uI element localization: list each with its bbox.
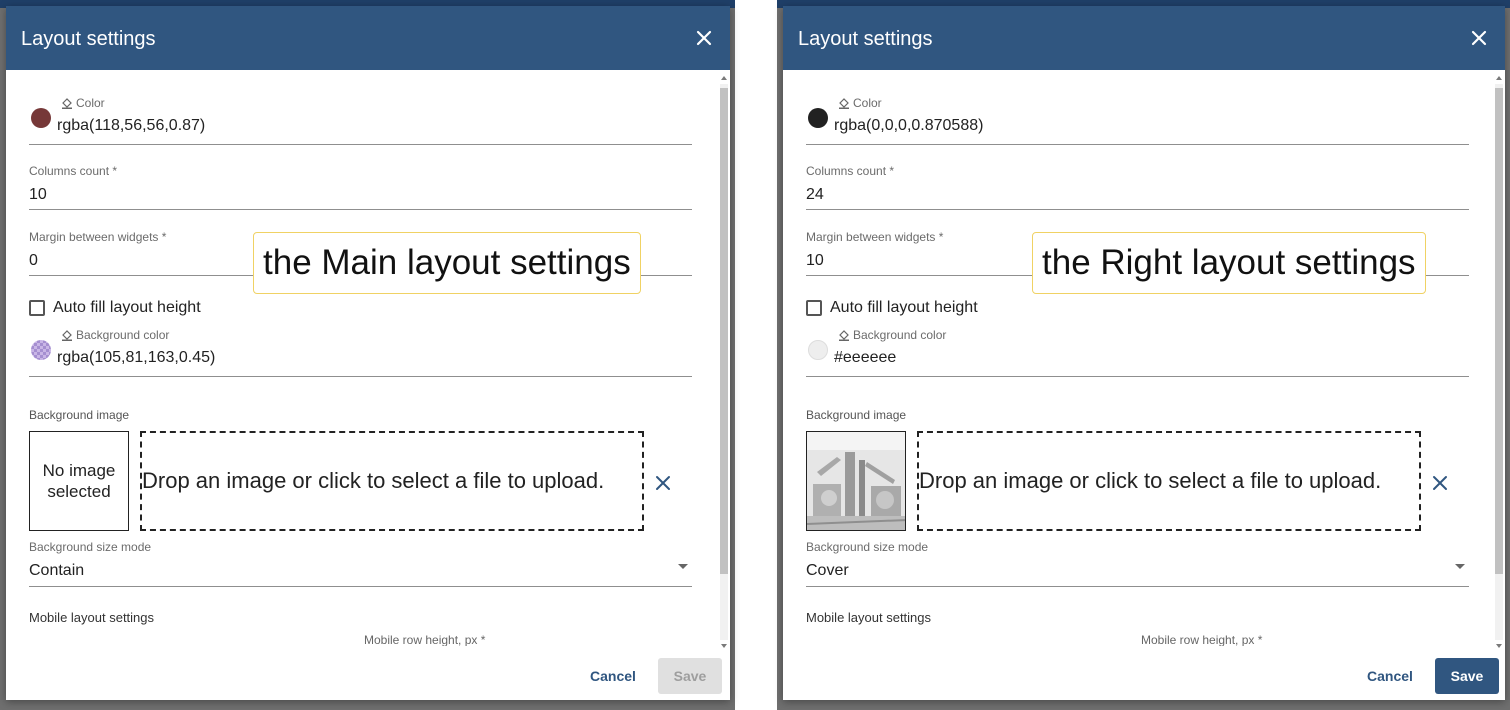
- image-dropzone[interactable]: Drop an image or click to select a file …: [917, 431, 1421, 531]
- background-color-value[interactable]: #eeeeee: [834, 348, 896, 368]
- no-image-preview: No image selected: [29, 431, 129, 531]
- auto-fill-label: Auto fill layout height: [53, 299, 201, 316]
- clear-image-icon[interactable]: [1431, 474, 1449, 492]
- color-label: Color: [853, 96, 882, 110]
- dialog-scrollbar[interactable]: [1493, 76, 1503, 648]
- format-color-fill-icon: [839, 330, 849, 341]
- color-label: Color: [76, 96, 105, 110]
- industrial-photo-image: [807, 432, 905, 530]
- background-size-mode-label: Background size mode: [806, 540, 929, 554]
- background-image-thumbnail: [806, 431, 906, 531]
- columns-count-field[interactable]: Columns count * 10: [29, 164, 692, 210]
- mobile-row-height-label: Mobile row height, px *: [1141, 633, 1263, 646]
- auto-fill-row[interactable]: Auto fill layout height: [29, 299, 201, 317]
- dropzone-text: Drop an image or click to select a file …: [919, 468, 1382, 493]
- dialog-title: Layout settings: [798, 28, 933, 50]
- color-swatch[interactable]: [808, 108, 828, 128]
- cancel-button[interactable]: Cancel: [1358, 658, 1422, 694]
- color-value[interactable]: rgba(0,0,0,0.870588): [834, 116, 983, 136]
- dialog-title: Layout settings: [21, 28, 156, 50]
- background-image-label: Background image: [29, 408, 130, 422]
- scroll-up-arrow[interactable]: [721, 76, 727, 80]
- scroll-thumb[interactable]: [720, 88, 728, 574]
- save-button[interactable]: Save: [658, 658, 722, 694]
- background-color-value[interactable]: rgba(105,81,163,0.45): [57, 348, 215, 368]
- dialog-body: Color rgba(0,0,0,0.870588) Columns count…: [783, 70, 1495, 646]
- format-color-fill-icon: [839, 98, 849, 109]
- mobile-layout-settings-label: Mobile layout settings: [806, 610, 932, 625]
- format-color-fill-icon: [62, 330, 72, 341]
- main-layout-settings-dialog: Layout settings Color rgba(118,56,56,0.8…: [6, 6, 730, 700]
- dropzone-text: Drop an image or click to select a file …: [142, 468, 605, 493]
- background-size-mode-select[interactable]: Background size mode Contain: [29, 540, 692, 587]
- background-color-swatch[interactable]: [808, 340, 828, 360]
- close-icon[interactable]: [694, 28, 714, 48]
- background-color-label: Background color: [853, 328, 947, 342]
- save-button[interactable]: Save: [1435, 658, 1499, 694]
- auto-fill-checkbox[interactable]: [806, 300, 822, 316]
- auto-fill-row[interactable]: Auto fill layout height: [806, 299, 978, 317]
- mobile-layout-settings-label: Mobile layout settings: [29, 610, 155, 625]
- columns-count-label: Columns count *: [806, 164, 895, 178]
- clear-image-icon[interactable]: [654, 474, 672, 492]
- dialog-header: Layout settings: [6, 6, 730, 70]
- background-size-mode-value[interactable]: Contain: [29, 561, 692, 581]
- dropdown-arrow-icon[interactable]: [678, 564, 688, 569]
- columns-count-label: Columns count *: [29, 164, 118, 178]
- format-color-fill-icon: [62, 98, 72, 109]
- dialog-header: Layout settings: [783, 6, 1505, 70]
- color-field[interactable]: Color rgba(0,0,0,0.870588): [806, 96, 1469, 145]
- color-field[interactable]: Color rgba(118,56,56,0.87): [29, 96, 692, 145]
- columns-count-input[interactable]: 24: [806, 185, 1469, 205]
- right-layout-settings-dialog: Layout settings Color rgba(0,0,0,0.87058…: [783, 6, 1505, 700]
- color-swatch[interactable]: [31, 108, 51, 128]
- cancel-button[interactable]: Cancel: [581, 658, 645, 694]
- dialog-footer: Cancel Save: [783, 646, 1505, 700]
- dialog-body: Color rgba(118,56,56,0.87) Columns count…: [6, 70, 720, 646]
- background-color-swatch[interactable]: [31, 340, 51, 360]
- image-dropzone[interactable]: Drop an image or click to select a file …: [140, 431, 644, 531]
- dialog-scrollbar[interactable]: [718, 76, 728, 648]
- auto-fill-checkbox[interactable]: [29, 300, 45, 316]
- color-value[interactable]: rgba(118,56,56,0.87): [57, 116, 205, 136]
- background-color-field[interactable]: Background color #eeeeee: [806, 328, 1469, 377]
- auto-fill-label: Auto fill layout height: [830, 299, 978, 316]
- background-size-mode-select[interactable]: Background size mode Cover: [806, 540, 1469, 587]
- right-layout-callout: the Right layout settings: [1032, 232, 1426, 294]
- background-size-mode-value[interactable]: Cover: [806, 561, 1469, 581]
- scroll-up-arrow[interactable]: [1496, 76, 1502, 80]
- background-color-label: Background color: [76, 328, 170, 342]
- dialog-footer: Cancel Save: [6, 646, 730, 700]
- close-icon[interactable]: [1469, 28, 1489, 48]
- mobile-row-height-label: Mobile row height, px *: [364, 633, 486, 646]
- columns-count-input[interactable]: 10: [29, 185, 692, 205]
- background-size-mode-label: Background size mode: [29, 540, 152, 554]
- background-color-field[interactable]: Background color rgba(105,81,163,0.45): [29, 328, 692, 377]
- dropdown-arrow-icon[interactable]: [1455, 564, 1465, 569]
- scroll-thumb[interactable]: [1495, 88, 1503, 574]
- background-image-label: Background image: [806, 408, 907, 422]
- columns-count-field[interactable]: Columns count * 24: [806, 164, 1469, 210]
- main-layout-callout: the Main layout settings: [253, 232, 641, 294]
